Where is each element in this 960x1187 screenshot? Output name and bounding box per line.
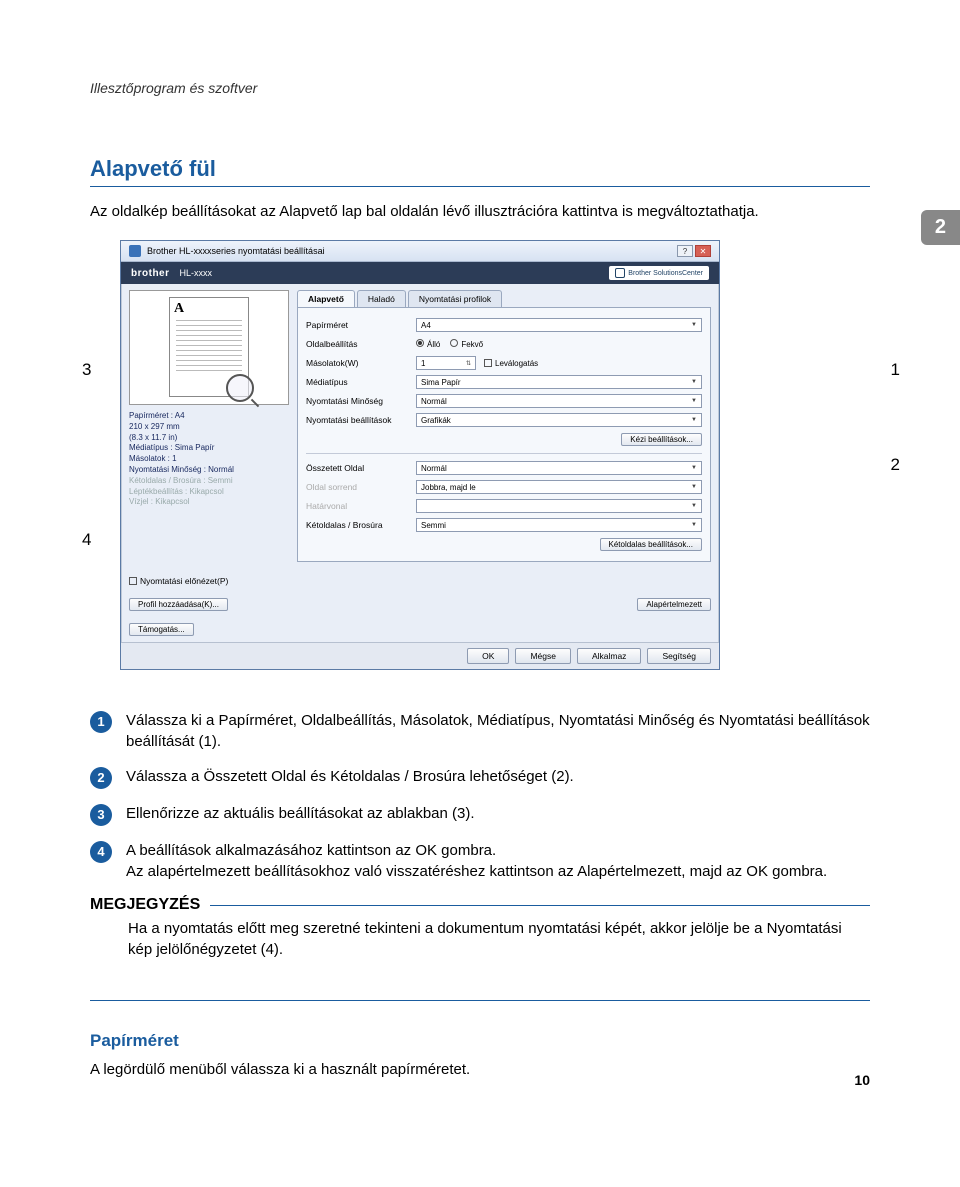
callout-2: 2 [891, 455, 900, 475]
brand-bar: brother HL-xxxx Brother SolutionsCenter [121, 262, 719, 284]
quality-select[interactable]: Normál▼ [416, 394, 702, 408]
window-title: Brother HL-xxxxseries nyomtatási beállít… [147, 246, 325, 256]
settings-summary: Papírméret : A4 210 x 297 mm (8.3 x 11.7… [129, 411, 289, 508]
running-header: Illesztőprogram és szoftver [90, 80, 870, 96]
borderline-select: ▼ [416, 499, 702, 513]
mediatype-select[interactable]: Sima Papír▼ [416, 375, 702, 389]
mediatype-label: Médiatípus [306, 377, 416, 387]
basic-panel: Papírméret A4▼ Oldalbeállítás Álló Fekvő… [297, 308, 711, 562]
collate-checkbox[interactable]: Leválogatás [484, 359, 538, 368]
window-titlebar: Brother HL-xxxxseries nyomtatási beállít… [121, 241, 719, 262]
duplex-settings-button[interactable]: Kétoldalas beállítások... [600, 538, 703, 551]
print-dialog: Brother HL-xxxxseries nyomtatási beállít… [120, 240, 720, 670]
intro-text: Az oldalkép beállításokat az Alapvető la… [90, 201, 870, 222]
multipage-select[interactable]: Normál▼ [416, 461, 702, 475]
copies-label: Másolatok(W) [306, 358, 416, 368]
step-bubble-2: 2 [90, 767, 112, 789]
callout-3: 3 [82, 360, 91, 380]
orientation-label: Oldalbeállítás [306, 339, 416, 349]
close-button[interactable]: ✕ [695, 245, 711, 257]
step-bubble-1: 1 [90, 711, 112, 733]
multipage-label: Összetett Oldal [306, 463, 416, 473]
page-preview[interactable]: A [129, 290, 289, 405]
printsettings-select[interactable]: Grafikák▼ [416, 413, 702, 427]
step-4-text: A beállítások alkalmazásához kattintson … [126, 840, 827, 882]
duplex-label: Kétoldalas / Brosúra [306, 520, 416, 530]
chapter-tab: 2 [921, 210, 960, 245]
ok-button[interactable]: OK [467, 648, 509, 664]
subsection-heading: Papírméret [90, 1031, 870, 1051]
papersize-select[interactable]: A4▼ [416, 318, 702, 332]
solutions-text: Brother SolutionsCenter [628, 270, 703, 277]
tab-basic[interactable]: Alapvető [297, 290, 355, 307]
pageorder-label: Oldal sorrend [306, 482, 416, 492]
step-list: 1 Válassza ki a Papírméret, Oldalbeállít… [90, 710, 870, 882]
printsettings-label: Nyomtatási beállítások [306, 415, 416, 425]
pageorder-select: Jobbra, majd le▼ [416, 480, 702, 494]
papersize-label: Papírméret [306, 320, 416, 330]
tabs: Alapvető Haladó Nyomtatási profilok [297, 290, 711, 308]
cancel-button[interactable]: Mégse [515, 648, 571, 664]
apply-button[interactable]: Alkalmaz [577, 648, 641, 664]
manual-settings-button[interactable]: Kézi beállítások... [621, 433, 702, 446]
step-bubble-3: 3 [90, 804, 112, 826]
app-icon [129, 245, 141, 257]
help-footer-button[interactable]: Segítség [647, 648, 711, 664]
default-button[interactable]: Alapértelmezett [637, 598, 711, 611]
copies-input[interactable]: 1⇅ [416, 356, 476, 370]
callout-4: 4 [82, 530, 91, 550]
page-number: 10 [854, 1072, 870, 1088]
step-2-text: Válassza a Összetett Oldal és Kétoldalas… [126, 766, 574, 789]
note-heading: MEGJEGYZÉS [90, 896, 870, 914]
step-3-text: Ellenőrizze az aktuális beállításokat az… [126, 803, 475, 826]
preview-letter: A [174, 301, 184, 317]
duplex-select[interactable]: Semmi▼ [416, 518, 702, 532]
model-label: HL-xxxx [180, 268, 213, 278]
subsection-text: A legördülő menüből válassza ki a haszná… [90, 1061, 870, 1078]
note-body: Ha a nyomtatás előtt meg szeretné tekint… [90, 914, 870, 960]
section-title: Alapvető fül [90, 156, 870, 187]
callout-1: 1 [891, 360, 900, 380]
brand-logo: brother [131, 268, 170, 279]
print-preview-checkbox[interactable]: Nyomtatási előnézet(P) [129, 576, 228, 586]
tab-advanced[interactable]: Haladó [357, 290, 406, 307]
figure: 1 2 3 4 Brother HL-xxxxseries nyomtatási… [120, 240, 870, 670]
help-button[interactable]: ? [677, 245, 693, 257]
tab-profiles[interactable]: Nyomtatási profilok [408, 290, 502, 307]
support-button[interactable]: Támogatás... [129, 623, 194, 636]
quality-label: Nyomtatási Minőség [306, 396, 416, 406]
orientation-landscape-radio[interactable]: Fekvő [450, 339, 483, 349]
step-bubble-4: 4 [90, 841, 112, 863]
add-profile-button[interactable]: Profil hozzáadása(K)... [129, 598, 228, 611]
solutions-icon [615, 268, 625, 278]
orientation-portrait-radio[interactable]: Álló [416, 339, 440, 349]
magnifier-icon [226, 374, 254, 402]
solutions-link[interactable]: Brother SolutionsCenter [609, 266, 709, 280]
step-1-text: Válassza ki a Papírméret, Oldalbeállítás… [126, 710, 870, 752]
borderline-label: Határvonal [306, 501, 416, 511]
